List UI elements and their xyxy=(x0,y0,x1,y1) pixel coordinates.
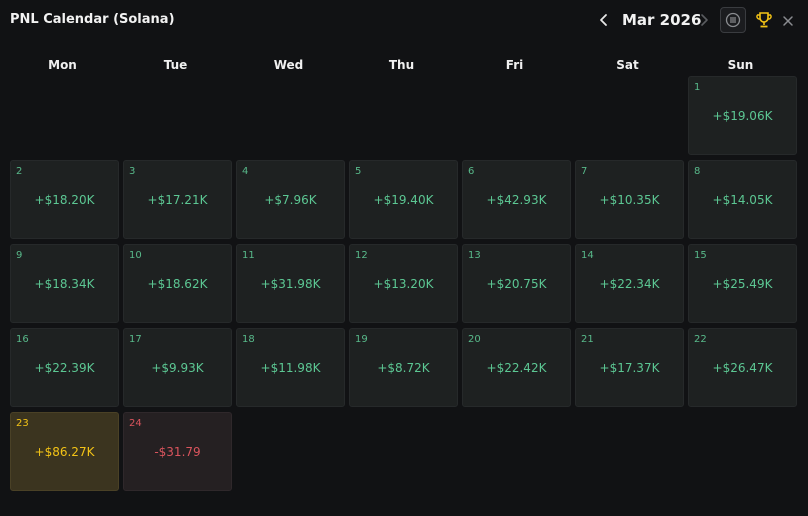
day-number: 15 xyxy=(694,250,707,261)
day-number: 13 xyxy=(468,250,481,261)
day-number: 16 xyxy=(16,334,29,345)
day-pnl-value: +$13.20K xyxy=(373,277,434,291)
day-pnl-value: +$26.47K xyxy=(712,361,773,375)
day-number: 4 xyxy=(242,166,249,177)
day-number: 11 xyxy=(242,250,255,261)
calendar-day[interactable]: 11 +$31.98K xyxy=(236,244,345,323)
weekday-wed: Wed xyxy=(273,58,304,72)
calendar-day[interactable]: 20 +$22.42K xyxy=(462,328,571,407)
calendar-day[interactable]: 12 +$13.20K xyxy=(349,244,458,323)
day-pnl-value: +$8.72K xyxy=(377,361,430,375)
chevron-left-icon xyxy=(600,14,607,26)
calendar-day[interactable]: 14 +$22.34K xyxy=(575,244,684,323)
calendar-day[interactable]: 17 +$9.93K xyxy=(123,328,232,407)
close-button[interactable] xyxy=(781,13,795,27)
day-number: 7 xyxy=(581,166,588,177)
calendar-day[interactable]: 7 +$10.35K xyxy=(575,160,684,239)
weekday-thu: Thu xyxy=(388,58,415,72)
calendar-day[interactable]: 24 -$31.79 xyxy=(123,412,232,491)
header: PNL Calendar (Solana) Mar 2026 xyxy=(0,0,808,40)
day-number: 17 xyxy=(129,334,142,345)
day-number: 22 xyxy=(694,334,707,345)
page-title: PNL Calendar (Solana) xyxy=(10,12,175,27)
weekday-fri: Fri xyxy=(505,58,524,72)
calendar-day[interactable]: 5 +$19.40K xyxy=(349,160,458,239)
day-number: 1 xyxy=(694,82,701,93)
calendar-day[interactable]: 18 +$11.98K xyxy=(236,328,345,407)
weekday-tue: Tue xyxy=(163,58,188,72)
day-number: 2 xyxy=(16,166,23,177)
day-number: 6 xyxy=(468,166,475,177)
calendar-day[interactable]: 16 +$22.39K xyxy=(10,328,119,407)
day-pnl-value: +$17.21K xyxy=(147,193,208,207)
calendar-day[interactable]: 1 +$19.06K xyxy=(688,76,797,155)
day-pnl-value: +$19.06K xyxy=(712,109,773,123)
day-pnl-value: +$14.05K xyxy=(712,193,773,207)
day-number: 12 xyxy=(355,250,368,261)
day-number: 14 xyxy=(581,250,594,261)
day-number: 21 xyxy=(581,334,594,345)
calendar-day[interactable]: 15 +$25.49K xyxy=(688,244,797,323)
calendar-day[interactable]: 10 +$18.62K xyxy=(123,244,232,323)
day-number: 9 xyxy=(16,250,23,261)
calendar-day[interactable]: 22 +$26.47K xyxy=(688,328,797,407)
day-number: 19 xyxy=(355,334,368,345)
day-number: 5 xyxy=(355,166,362,177)
day-number: 3 xyxy=(129,166,136,177)
coin-icon xyxy=(725,12,741,28)
trophy-icon xyxy=(756,12,772,28)
calendar-day[interactable]: 13 +$20.75K xyxy=(462,244,571,323)
next-month-button[interactable] xyxy=(697,12,711,28)
day-number: 8 xyxy=(694,166,701,177)
day-pnl-value: +$18.62K xyxy=(147,277,208,291)
day-pnl-value: +$7.96K xyxy=(264,193,317,207)
prev-month-button[interactable] xyxy=(597,12,611,28)
day-pnl-value: +$86.27K xyxy=(34,445,95,459)
day-pnl-value: +$18.20K xyxy=(34,193,95,207)
weekday-sat: Sat xyxy=(616,58,639,72)
day-pnl-value: +$42.93K xyxy=(486,193,547,207)
calendar-day[interactable]: 23 +$86.27K xyxy=(10,412,119,491)
calendar-day[interactable]: 4 +$7.96K xyxy=(236,160,345,239)
day-pnl-value: +$10.35K xyxy=(599,193,660,207)
weekday-header: Mon Tue Wed Thu Fri Sat Sun xyxy=(8,58,798,74)
calendar-day[interactable]: 19 +$8.72K xyxy=(349,328,458,407)
leaderboard-button[interactable] xyxy=(755,11,773,29)
calendar-day[interactable]: 8 +$14.05K xyxy=(688,160,797,239)
day-number: 24 xyxy=(129,418,142,429)
calendar-day[interactable]: 9 +$18.34K xyxy=(10,244,119,323)
day-pnl-value: +$17.37K xyxy=(599,361,660,375)
current-month: Mar 2026 xyxy=(622,11,702,29)
calendar-day[interactable]: 21 +$17.37K xyxy=(575,328,684,407)
day-pnl-value: +$22.39K xyxy=(34,361,95,375)
chain-toggle-button[interactable] xyxy=(720,7,746,33)
day-pnl-value: +$22.34K xyxy=(599,277,660,291)
day-pnl-value: +$25.49K xyxy=(712,277,773,291)
weekday-sun: Sun xyxy=(727,58,754,72)
calendar-day[interactable]: 3 +$17.21K xyxy=(123,160,232,239)
day-pnl-value: +$9.93K xyxy=(151,361,204,375)
weekday-mon: Mon xyxy=(48,58,77,72)
chevron-right-icon xyxy=(701,14,708,26)
calendar-day[interactable]: 6 +$42.93K xyxy=(462,160,571,239)
day-pnl-value: +$18.34K xyxy=(34,277,95,291)
day-number: 18 xyxy=(242,334,255,345)
calendar-day[interactable]: 2 +$18.20K xyxy=(10,160,119,239)
day-number: 20 xyxy=(468,334,481,345)
day-pnl-value: +$22.42K xyxy=(486,361,547,375)
day-pnl-value: -$31.79 xyxy=(154,445,201,459)
close-icon xyxy=(783,16,793,26)
day-number: 23 xyxy=(16,418,29,429)
day-pnl-value: +$31.98K xyxy=(260,277,321,291)
day-number: 10 xyxy=(129,250,142,261)
day-pnl-value: +$11.98K xyxy=(260,361,321,375)
day-pnl-value: +$20.75K xyxy=(486,277,547,291)
day-pnl-value: +$19.40K xyxy=(373,193,434,207)
